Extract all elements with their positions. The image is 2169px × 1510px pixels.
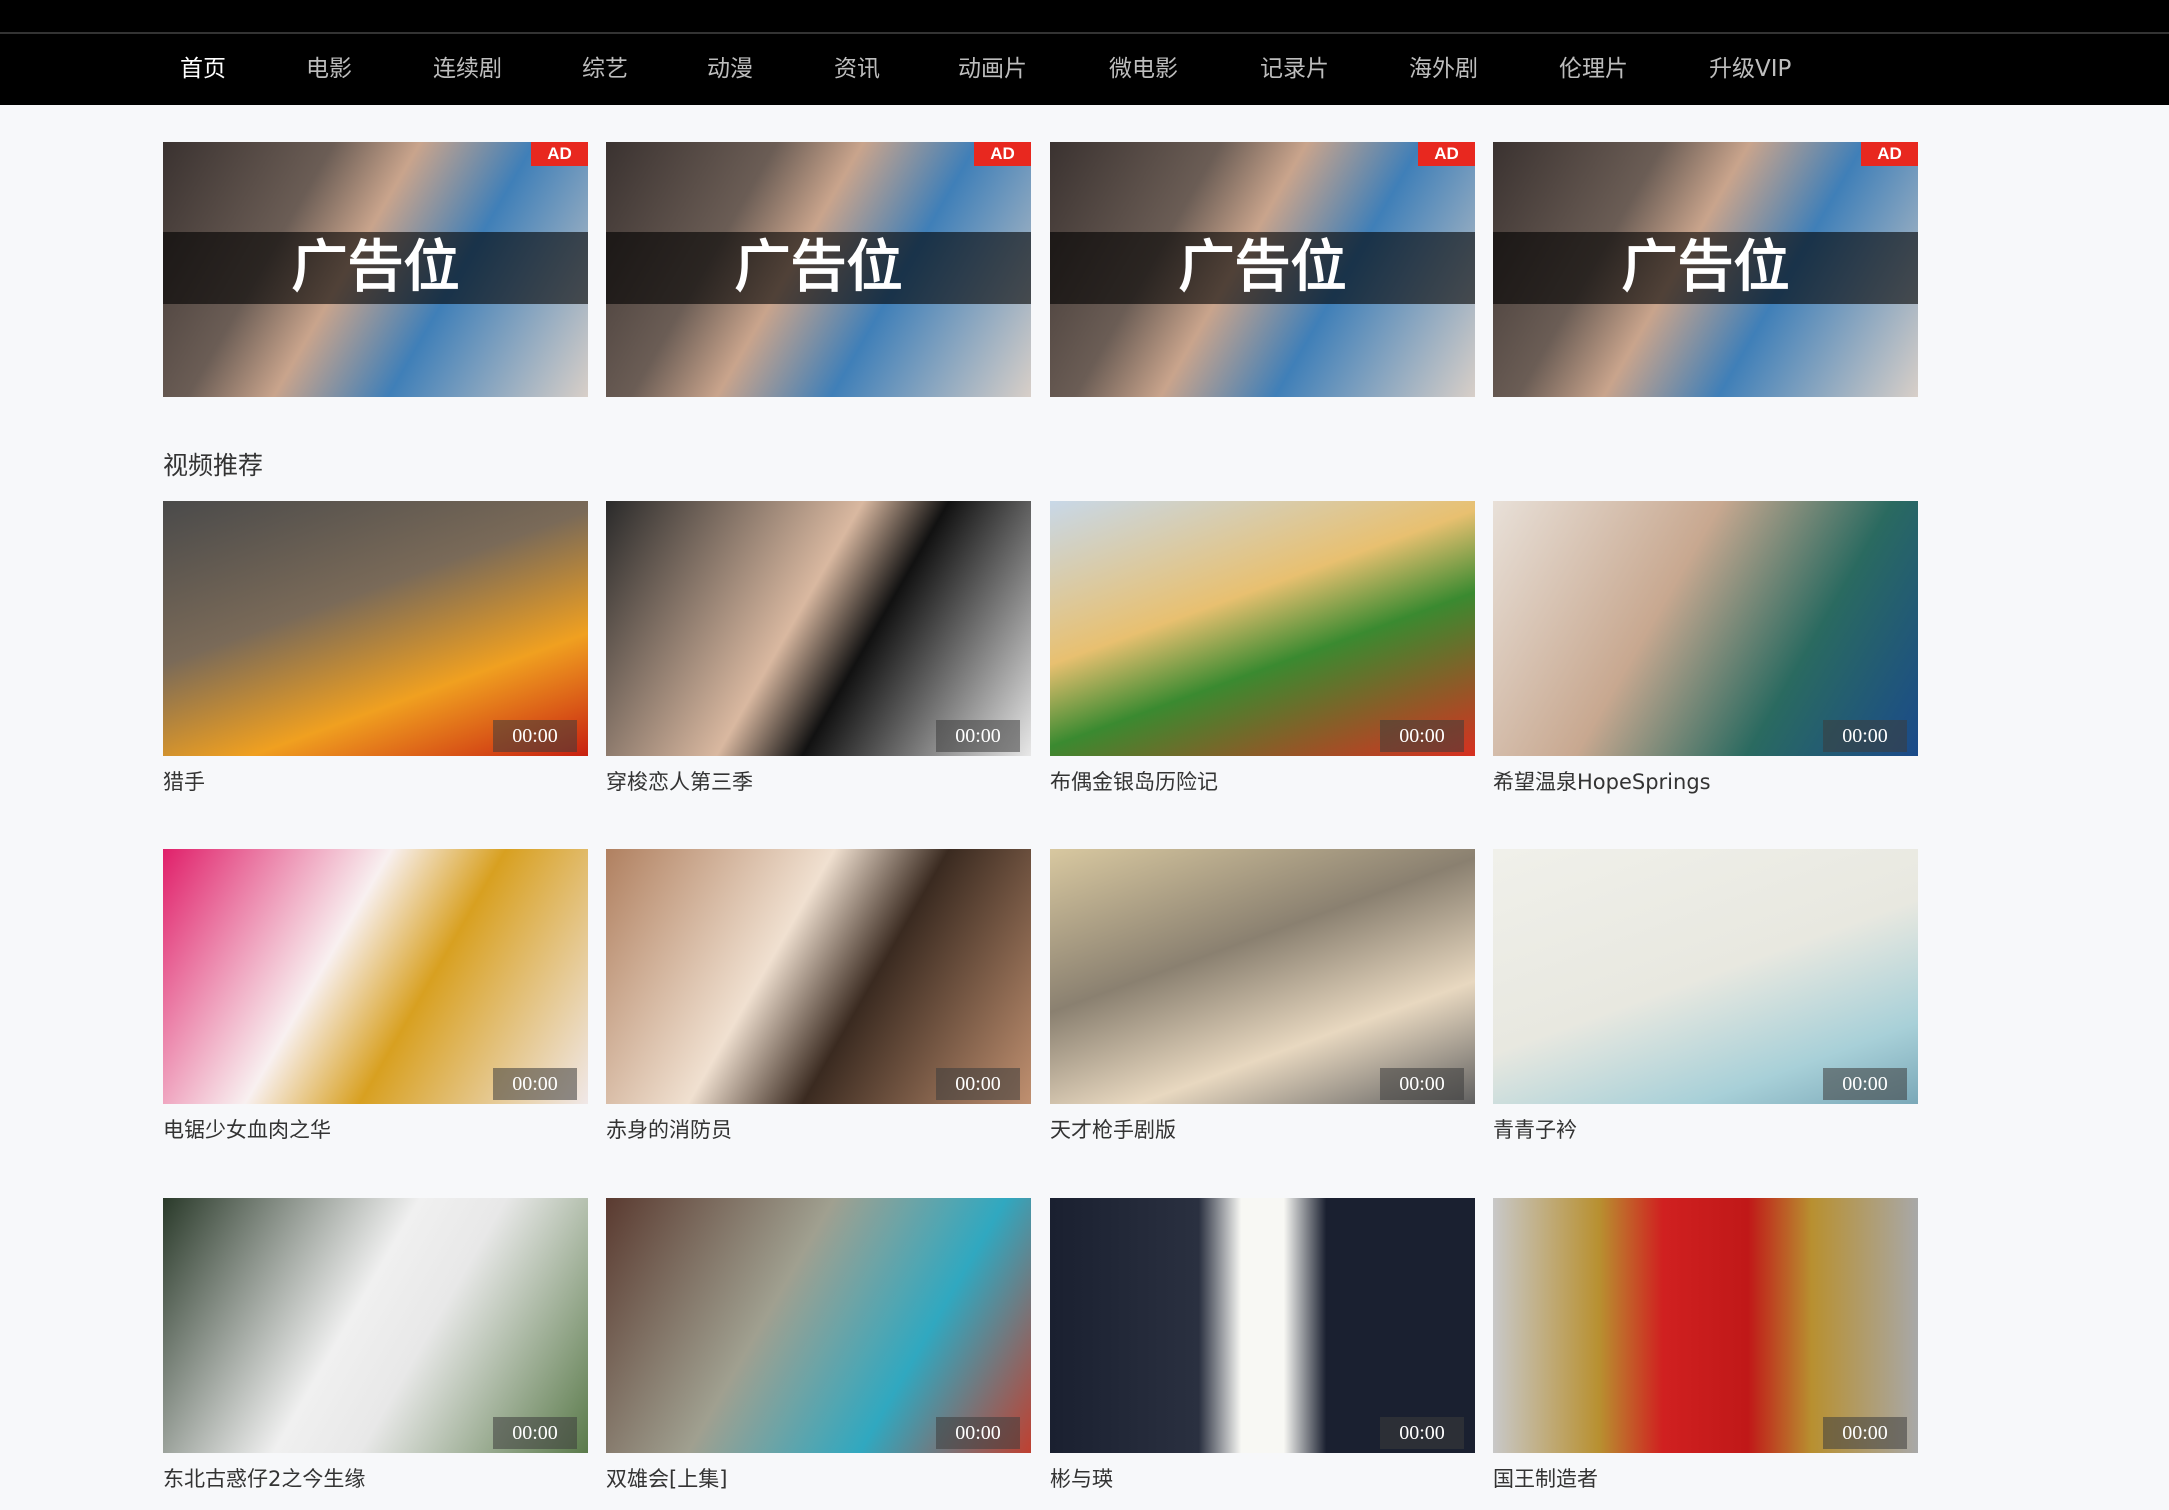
video-thumbnail[interactable]: 00:00 (1050, 1198, 1475, 1453)
section-title: 视频推荐 (163, 451, 264, 480)
video-thumbnail[interactable]: 00:00 (606, 501, 1031, 756)
video-title[interactable]: 彬与瑛 (1050, 1463, 1475, 1493)
video-card[interactable]: 00:00 希望温泉HopeSprings (1493, 501, 1918, 796)
video-card[interactable]: 00:00 电锯少女血肉之华 (163, 849, 588, 1144)
video-title[interactable]: 国王制造者 (1493, 1463, 1918, 1493)
video-card[interactable]: 00:00 双雄会[上集] (606, 1198, 1031, 1493)
main-nav: 首页 电影 连续剧 综艺 动漫 资讯 动画片 微电影 记录片 海外剧 伦理片 升级VIP (0, 34, 2169, 105)
video-title[interactable]: 天才枪手剧版 (1050, 1114, 1475, 1144)
ad-text: 广告位 (1621, 235, 1790, 300)
duration-badge: 00:00 (493, 1417, 577, 1449)
video-thumbnail[interactable]: 00:00 (163, 849, 588, 1104)
ad-text: 广告位 (734, 235, 903, 300)
ad-text: 广告位 (291, 235, 460, 300)
video-title[interactable]: 布偶金银岛历险记 (1050, 766, 1475, 796)
ad-image[interactable]: 广告位 AD (1493, 142, 1918, 397)
video-thumbnail[interactable]: 00:00 (1050, 501, 1475, 756)
duration-badge: 00:00 (1823, 1068, 1907, 1100)
video-title[interactable]: 电锯少女血肉之华 (163, 1114, 588, 1144)
nav-item[interactable]: 动漫 (707, 34, 753, 105)
video-thumbnail[interactable]: 00:00 (1493, 501, 1918, 756)
ad-image[interactable]: 广告位 AD (1050, 142, 1475, 397)
video-card[interactable]: 00:00 彬与瑛 (1050, 1198, 1475, 1493)
duration-badge: 00:00 (936, 1068, 1020, 1100)
video-thumbnail[interactable]: 00:00 (163, 1198, 588, 1453)
duration-badge: 00:00 (1823, 720, 1907, 752)
ad-banner[interactable]: 广告位 AD (1050, 142, 1475, 397)
ad-image[interactable]: 广告位 AD (163, 142, 588, 397)
ad-banner[interactable]: 广告位 AD (606, 142, 1031, 397)
nav-item[interactable]: 记录片 (1260, 34, 1329, 105)
video-thumbnail[interactable]: 00:00 (606, 849, 1031, 1104)
ad-text: 广告位 (1178, 235, 1347, 300)
duration-badge: 00:00 (1823, 1417, 1907, 1449)
video-title[interactable]: 双雄会[上集] (606, 1463, 1031, 1493)
video-title[interactable]: 希望温泉HopeSprings (1493, 766, 1918, 796)
duration-badge: 00:00 (1380, 720, 1464, 752)
video-card[interactable]: 00:00 青青子衿 (1493, 849, 1918, 1144)
video-thumbnail[interactable]: 00:00 (606, 1198, 1031, 1453)
nav-item[interactable]: 综艺 (582, 34, 628, 105)
video-card[interactable]: 00:00 东北古惑仔2之今生缘 (163, 1198, 588, 1493)
video-card[interactable]: 00:00 猎手 (163, 501, 588, 796)
nav-item[interactable]: 首页 (180, 34, 226, 105)
video-title[interactable]: 青青子衿 (1493, 1114, 1918, 1144)
video-thumbnail[interactable]: 00:00 (1493, 849, 1918, 1104)
ad-banner[interactable]: 广告位 AD (163, 142, 588, 397)
ad-image[interactable]: 广告位 AD (606, 142, 1031, 397)
video-title[interactable]: 东北古惑仔2之今生缘 (163, 1463, 588, 1493)
ad-badge: AD (974, 142, 1031, 166)
nav-item[interactable]: 连续剧 (433, 34, 502, 105)
nav-item[interactable]: 微电影 (1109, 34, 1178, 105)
video-card[interactable]: 00:00 天才枪手剧版 (1050, 849, 1475, 1144)
duration-badge: 00:00 (493, 720, 577, 752)
ad-badge: AD (531, 142, 588, 166)
video-title[interactable]: 穿梭恋人第三季 (606, 766, 1031, 796)
nav-item[interactable]: 升级VIP (1709, 34, 1791, 105)
video-card[interactable]: 00:00 穿梭恋人第三季 (606, 501, 1031, 796)
video-thumbnail[interactable]: 00:00 (1050, 849, 1475, 1104)
ad-banner[interactable]: 广告位 AD (1493, 142, 1918, 397)
video-card[interactable]: 00:00 赤身的消防员 (606, 849, 1031, 1144)
video-thumbnail[interactable]: 00:00 (1493, 1198, 1918, 1453)
nav-item[interactable]: 电影 (306, 34, 352, 105)
video-thumbnail[interactable]: 00:00 (163, 501, 588, 756)
ad-badge: AD (1861, 142, 1918, 166)
video-title[interactable]: 猎手 (163, 766, 588, 796)
duration-badge: 00:00 (1380, 1417, 1464, 1449)
duration-badge: 00:00 (493, 1068, 577, 1100)
video-card[interactable]: 00:00 国王制造者 (1493, 1198, 1918, 1493)
duration-badge: 00:00 (1380, 1068, 1464, 1100)
duration-badge: 00:00 (936, 720, 1020, 752)
nav-item[interactable]: 资讯 (834, 34, 880, 105)
ad-badge: AD (1418, 142, 1475, 166)
top-strip (0, 0, 2169, 32)
video-title[interactable]: 赤身的消防员 (606, 1114, 1031, 1144)
video-card[interactable]: 00:00 布偶金银岛历险记 (1050, 501, 1475, 796)
nav-item[interactable]: 海外剧 (1409, 34, 1478, 105)
nav-item[interactable]: 伦理片 (1559, 34, 1628, 105)
duration-badge: 00:00 (936, 1417, 1020, 1449)
nav-item[interactable]: 动画片 (958, 34, 1027, 105)
